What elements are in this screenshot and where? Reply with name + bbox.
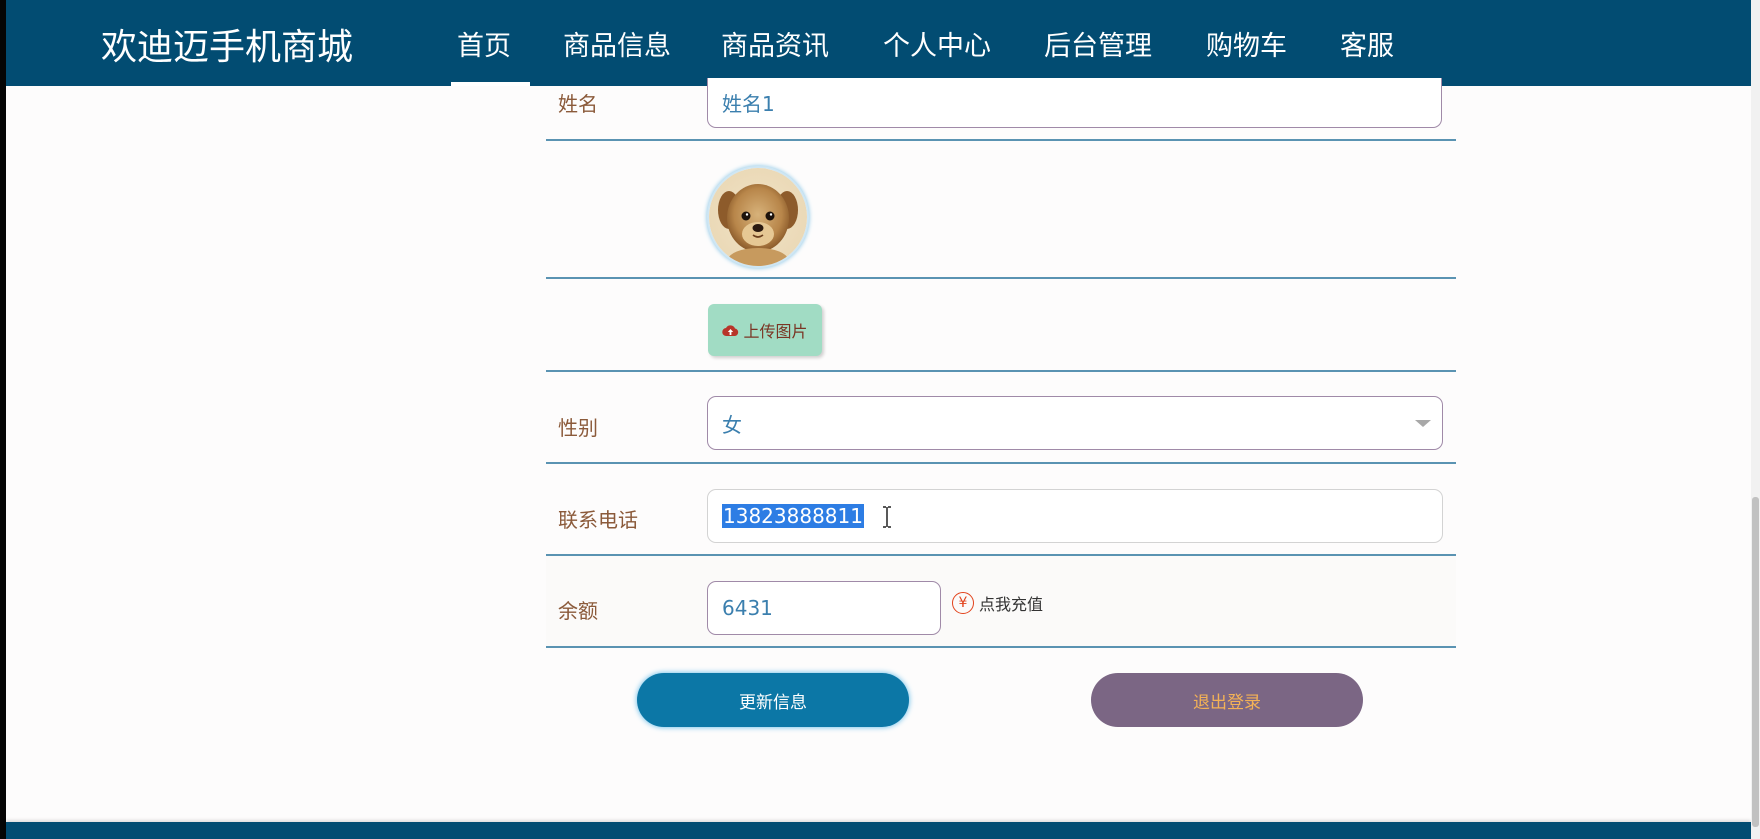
phone-value: 13823888811: [722, 504, 864, 528]
balance-input[interactable]: 6431: [707, 581, 941, 635]
scrollbar-thumb[interactable]: [1752, 497, 1759, 827]
nav-active-indicator: [451, 82, 530, 86]
logout-button[interactable]: 退出登录: [1091, 673, 1363, 727]
balance-value: 6431: [722, 596, 773, 620]
nav-product-info[interactable]: 商品信息: [563, 24, 671, 63]
footer-bar: [6, 822, 1751, 839]
gender-select[interactable]: 女: [707, 396, 1443, 450]
nav-customer-service[interactable]: 客服: [1340, 24, 1394, 63]
text-cursor-icon: [883, 506, 891, 528]
nav-product-news[interactable]: 商品资讯: [721, 24, 829, 63]
balance-label: 余额: [558, 599, 598, 623]
name-label: 姓名: [558, 92, 598, 116]
page: 欢迪迈手机商城 首页 商品信息 商品资讯 个人中心 后台管理 购物车 客服 姓名…: [0, 0, 1760, 839]
scrollbar-track[interactable]: [1751, 0, 1760, 839]
row-divider: [546, 277, 1456, 279]
update-info-button[interactable]: 更新信息: [637, 673, 909, 727]
gender-label: 性别: [558, 416, 598, 440]
window-left-edge: [0, 0, 6, 839]
row-divider: [546, 646, 1456, 648]
nav-personal-center[interactable]: 个人中心: [883, 24, 991, 63]
cloud-upload-icon: [722, 324, 739, 336]
row-divider: [546, 139, 1456, 141]
chevron-down-icon: [1415, 420, 1431, 427]
upload-image-label: 上传图片: [743, 322, 808, 341]
yen-icon: ¥: [952, 592, 974, 614]
upload-image-button[interactable]: 上传图片: [708, 304, 822, 356]
site-brand[interactable]: 欢迪迈手机商城: [101, 18, 353, 70]
name-field[interactable]: 姓名1: [707, 78, 1442, 128]
phone-label: 联系电话: [558, 508, 638, 532]
puppy-photo-icon: [709, 168, 807, 266]
avatar: [707, 166, 809, 268]
gender-value: 女: [722, 412, 742, 437]
phone-input[interactable]: 13823888811: [707, 489, 1443, 543]
recharge-label: 点我充值: [979, 595, 1044, 614]
row-divider: [546, 462, 1456, 464]
top-navbar: 欢迪迈手机商城 首页 商品信息 商品资讯 个人中心 后台管理 购物车 客服: [6, 0, 1751, 86]
nav-cart[interactable]: 购物车: [1206, 24, 1287, 63]
name-value: 姓名1: [722, 92, 775, 116]
row-divider: [546, 370, 1456, 372]
nav-admin[interactable]: 后台管理: [1044, 24, 1152, 63]
recharge-link[interactable]: ¥ 点我充值: [952, 591, 1043, 615]
nav-home[interactable]: 首页: [457, 24, 511, 63]
